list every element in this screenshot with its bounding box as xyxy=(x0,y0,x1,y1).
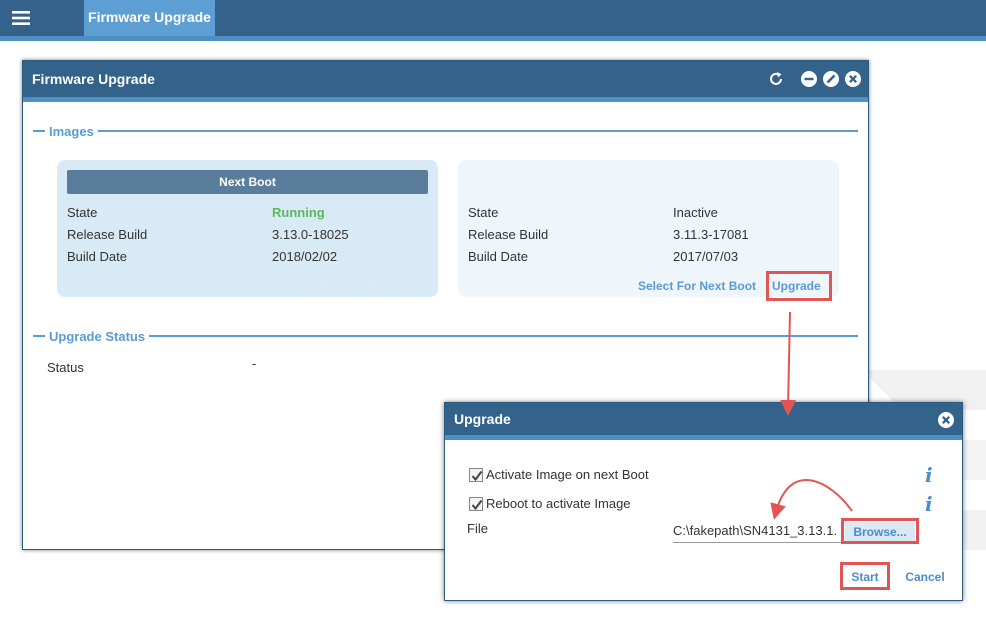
state-value: Inactive xyxy=(673,205,718,220)
legend-line xyxy=(33,130,45,132)
release-build-value: 3.11.3-17081 xyxy=(673,227,749,242)
next-boot-header: Next Boot xyxy=(67,170,428,194)
status-label: Status xyxy=(47,360,84,375)
close-icon[interactable] xyxy=(844,70,862,88)
start-button-highlight xyxy=(840,562,890,590)
top-nav-stripe xyxy=(0,36,986,41)
restore-icon[interactable] xyxy=(822,70,840,88)
state-value: Running xyxy=(272,205,325,220)
legend-line xyxy=(149,335,858,337)
dialog-title-stripe xyxy=(445,435,962,440)
select-for-next-boot-link-disabled: Select For Next Boot xyxy=(304,279,423,293)
hamburger-menu-button[interactable] xyxy=(0,0,42,36)
checkmark-icon xyxy=(471,470,483,482)
info-icon[interactable]: i xyxy=(925,463,933,487)
upgrade-link-highlight xyxy=(766,271,832,301)
file-label: File xyxy=(467,521,488,536)
build-date-value: 2017/07/03 xyxy=(673,249,739,264)
legend-line xyxy=(33,335,45,337)
legend-line xyxy=(97,130,858,132)
window-title-stripe xyxy=(23,97,868,102)
activate-image-checkbox[interactable] xyxy=(469,468,483,482)
release-build-label: Release Build xyxy=(468,227,549,242)
hamburger-menu-icon xyxy=(12,11,30,25)
state-label: State xyxy=(468,205,499,220)
window-title: Firmware Upgrade xyxy=(23,61,868,97)
build-date-value: 2018/02/02 xyxy=(272,249,338,264)
active-image-card: Next Boot State Running Release Build 3.… xyxy=(57,160,438,297)
state-label: State xyxy=(67,205,98,220)
build-date-label: Build Date xyxy=(468,249,528,264)
info-icon[interactable]: i xyxy=(925,492,933,516)
images-section-legend: Images xyxy=(33,123,858,139)
top-nav-bar: Firmware Upgrade xyxy=(0,0,986,38)
refresh-icon[interactable] xyxy=(767,70,785,88)
close-circle-icon[interactable] xyxy=(937,411,955,429)
checkmark-icon xyxy=(471,499,483,511)
release-build-value: 3.13.0-18025 xyxy=(272,227,349,242)
minimize-icon[interactable] xyxy=(800,70,818,88)
activate-image-label: Activate Image on next Boot xyxy=(486,467,649,482)
browse-button-highlight xyxy=(841,518,919,544)
upgrade-status-section-legend: Upgrade Status xyxy=(33,328,858,344)
tab-firmware-upgrade[interactable]: Firmware Upgrade xyxy=(84,0,215,38)
release-build-label: Release Build xyxy=(67,227,148,242)
dialog-title: Upgrade xyxy=(445,403,962,435)
build-date-label: Build Date xyxy=(67,249,127,264)
upgrade-status-section-title: Upgrade Status xyxy=(49,328,146,344)
reboot-checkbox[interactable] xyxy=(469,497,483,511)
status-value: - xyxy=(252,356,257,371)
images-section-title: Images xyxy=(49,123,94,139)
file-path-field[interactable]: C:\fakepath\SN4131_3.13.1. xyxy=(673,523,841,543)
cancel-button[interactable]: Cancel xyxy=(899,567,951,587)
select-for-next-boot-link[interactable]: Select For Next Boot xyxy=(638,279,756,293)
reboot-label: Reboot to activate Image xyxy=(486,496,631,511)
